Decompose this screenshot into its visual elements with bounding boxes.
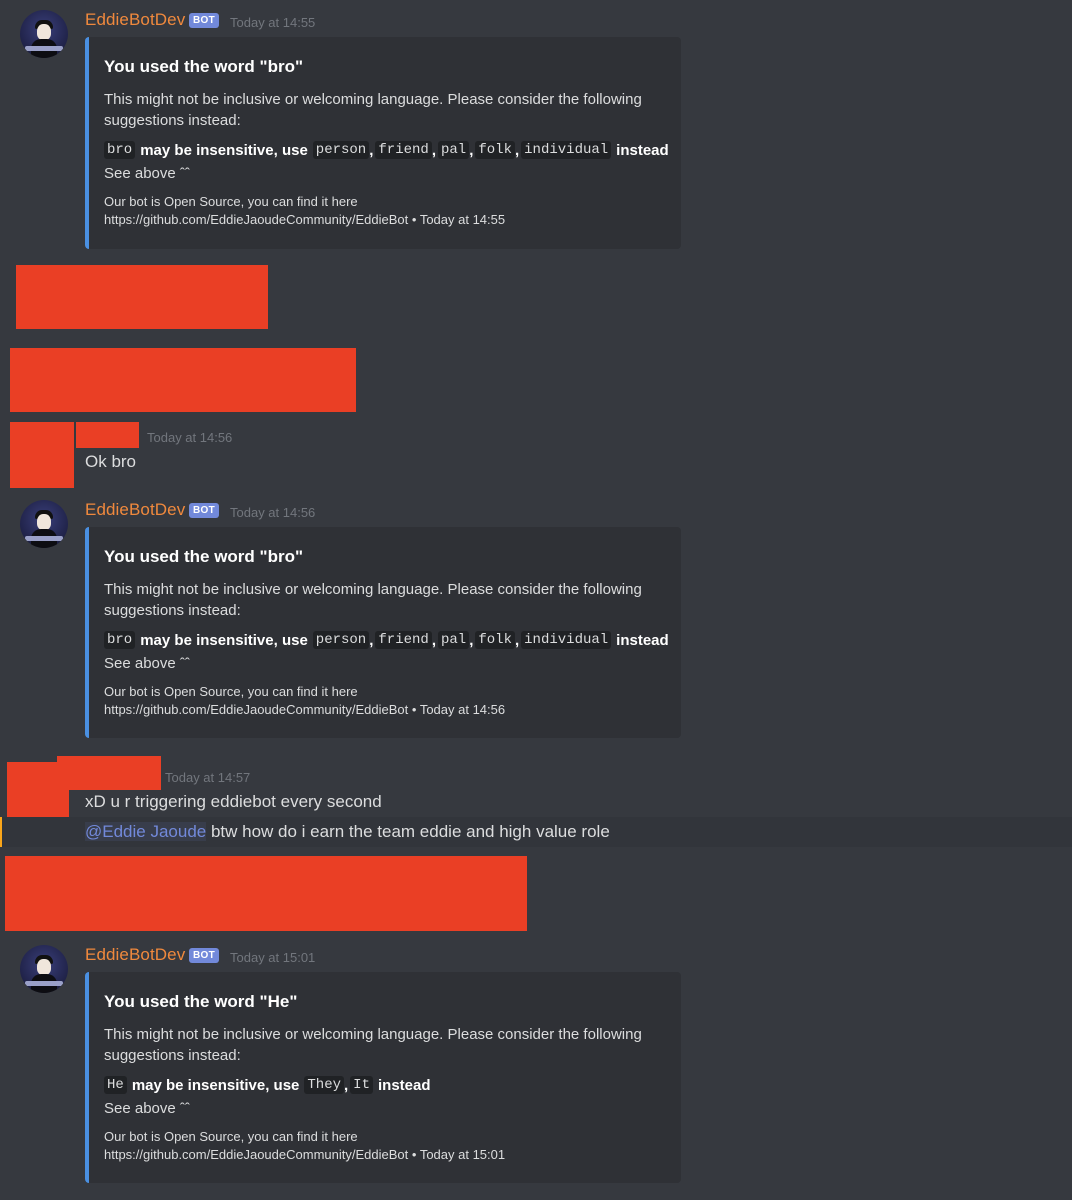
embed-field-name: bro may be insensitive, use person, frie… [104, 141, 669, 159]
bot-username[interactable]: EddieBotDev [85, 10, 185, 30]
message-bot-3: EddieBotDev BOT Today at 15:01 You used … [0, 935, 1072, 1190]
bot-username[interactable]: EddieBotDev [85, 945, 185, 965]
suggestion-code: friend [375, 141, 432, 159]
footer-separator: • [411, 1147, 417, 1162]
bot-username[interactable]: EddieBotDev [85, 500, 185, 520]
embed-footer-line1: Our bot is Open Source, you can find it … [104, 1129, 358, 1144]
footer-link[interactable]: https://github.com/EddieJaoudeCommunity/… [104, 702, 408, 717]
embed-footer-line2: https://github.com/EddieJaoudeCommunity/… [104, 211, 505, 229]
embed-field-value: See above ˆˆ [104, 655, 190, 672]
bot-tag-badge: BOT [189, 503, 220, 518]
field-end-text: instead [616, 141, 669, 159]
embed-field-value: See above ˆˆ [104, 1100, 190, 1117]
footer-link[interactable]: https://github.com/EddieJaoudeCommunity/… [104, 1147, 408, 1162]
embed-title: You used the word "bro" [104, 547, 304, 566]
message-timestamp: Today at 14:56 [147, 430, 233, 445]
embed-footer-line1: Our bot is Open Source, you can find it … [104, 684, 358, 699]
bot-tag-badge: BOT [189, 948, 220, 963]
bot-avatar[interactable] [20, 10, 68, 58]
embed-footer-line2: https://github.com/EddieJaoudeCommunity/… [104, 1146, 505, 1164]
suggestion-code: pal [437, 631, 470, 649]
flagged-word-code: bro [104, 631, 136, 649]
suggestion-code: person [312, 631, 370, 649]
message-timestamp: Today at 14:56 [230, 505, 316, 520]
embed-footer-line1: Our bot is Open Source, you can find it … [104, 194, 358, 209]
suggestion-code: They [304, 1076, 344, 1094]
embed-description: This might not be inclusive or welcoming… [104, 1026, 642, 1064]
message-content: xD u r triggering eddiebot every second [85, 792, 382, 811]
redacted-block [5, 856, 527, 931]
embed-description: This might not be inclusive or welcoming… [104, 91, 642, 129]
suggestion-code: folk [475, 631, 515, 649]
embed-title: You used the word "bro" [104, 57, 304, 76]
message-content-mention: @Eddie Jaoude btw how do i earn the team… [85, 822, 610, 842]
redacted-block [10, 348, 356, 412]
footer-link[interactable]: https://github.com/EddieJaoudeCommunity/… [104, 212, 408, 227]
message-bot-1: EddieBotDev BOT Today at 14:55 You used … [0, 0, 1072, 255]
bot-avatar[interactable] [20, 500, 68, 548]
redacted-block [16, 265, 268, 329]
suggestion-code: It [350, 1076, 373, 1094]
embed-field-value: See above ˆˆ [104, 165, 190, 182]
footer-time: Today at 14:55 [419, 212, 506, 227]
footer-time: Today at 14:56 [419, 702, 506, 717]
suggestion-code: individual [521, 141, 612, 159]
suggestion-code: friend [375, 631, 432, 649]
redacted-username [76, 422, 139, 448]
bot-avatar[interactable] [20, 945, 68, 993]
message-content: Ok bro [85, 452, 137, 471]
embed-field-name: bro may be insensitive, use person, frie… [104, 631, 669, 649]
message-bot-2: EddieBotDev BOT Today at 14:56 You used … [0, 490, 1072, 745]
suggestion-code: individual [521, 631, 612, 649]
embed-description: This might not be inclusive or welcoming… [104, 581, 642, 619]
field-mid-text: may be insensitive, use [140, 631, 308, 649]
footer-separator: • [411, 212, 417, 227]
field-end-text: instead [377, 1076, 431, 1094]
embed-title: You used the word "He" [104, 992, 298, 1011]
message-text: btw how do i earn the team eddie and hig… [206, 822, 610, 841]
embed-footer-line2: https://github.com/EddieJaoudeCommunity/… [104, 701, 505, 719]
suggestion-code: folk [475, 141, 515, 159]
warning-embed: You used the word "bro" This might not b… [85, 37, 681, 249]
field-mid-text: may be insensitive, use [131, 1076, 300, 1094]
bot-tag-badge: BOT [189, 13, 220, 28]
message-timestamp: Today at 15:01 [230, 950, 316, 965]
warning-embed: You used the word "He" This might not be… [85, 972, 681, 1183]
flagged-word-code: bro [104, 141, 136, 159]
redacted-username [57, 756, 161, 790]
footer-separator: • [411, 702, 417, 717]
embed-field-name: He may be insensitive, use They, It inst… [104, 1076, 431, 1094]
message-timestamp: Today at 14:55 [230, 15, 316, 30]
flagged-word-code: He [104, 1076, 127, 1094]
footer-time: Today at 15:01 [419, 1147, 506, 1162]
suggestion-code: pal [437, 141, 470, 159]
field-mid-text: may be insensitive, use [140, 141, 308, 159]
field-end-text: instead [616, 631, 669, 649]
redacted-avatar [10, 422, 74, 488]
user-mention[interactable]: @Eddie Jaoude [85, 822, 207, 841]
warning-embed: You used the word "bro" This might not b… [85, 527, 681, 738]
message-timestamp: Today at 14:57 [165, 770, 251, 785]
suggestion-code: person [312, 141, 370, 159]
